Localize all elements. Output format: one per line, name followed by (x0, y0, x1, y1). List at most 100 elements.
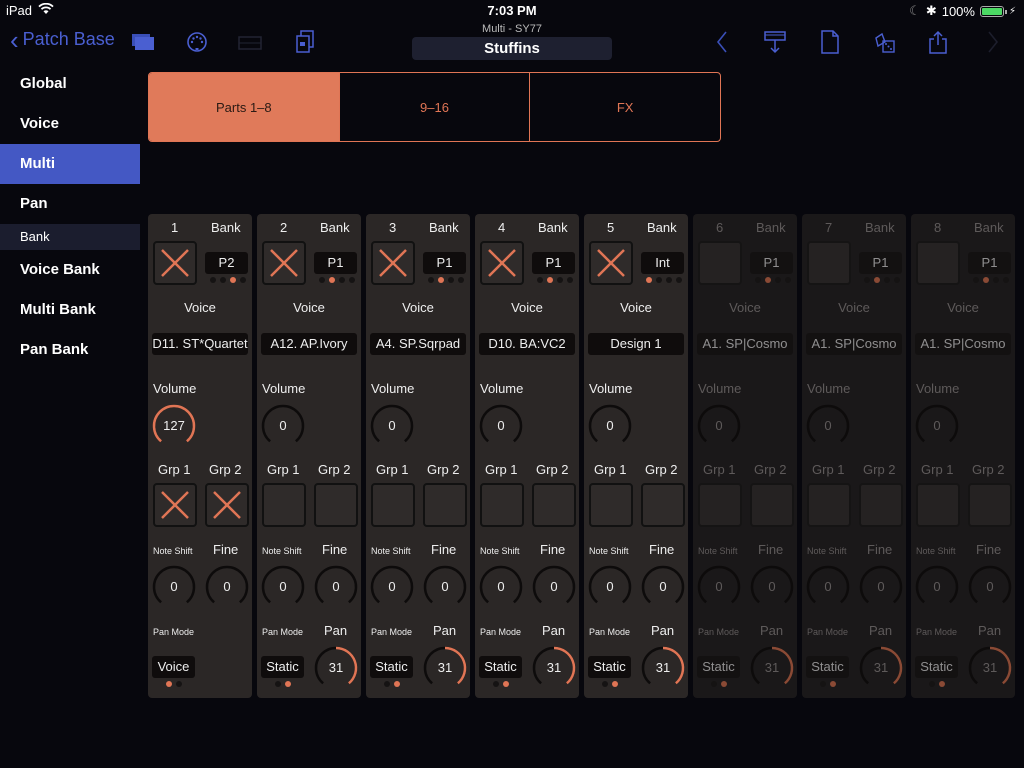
sidebar-item-voice[interactable]: Voice (0, 104, 140, 144)
grp1-toggle[interactable] (916, 483, 960, 527)
pan-mode-option-dot[interactable] (939, 681, 945, 687)
note-shift-knob[interactable]: 0 (914, 564, 960, 610)
copy-documents-icon[interactable] (292, 30, 318, 54)
bank-option-dot[interactable] (983, 277, 989, 283)
voice-selector[interactable]: Design 1 (588, 333, 684, 355)
bank-option-dot[interactable] (557, 277, 563, 283)
segment-tab-2[interactable]: FX (529, 73, 720, 141)
fine-knob[interactable]: 0 (749, 564, 795, 610)
pan-knob[interactable]: 31 (967, 645, 1013, 691)
pan-knob[interactable]: 31 (749, 645, 795, 691)
sidebar-item-pan[interactable]: Pan (0, 184, 140, 224)
bank-option-dot[interactable] (339, 277, 345, 283)
note-shift-knob[interactable]: 0 (151, 564, 197, 610)
pan-mode-option-dot[interactable] (275, 681, 281, 687)
bank-option-dot[interactable] (1003, 277, 1009, 283)
grp2-toggle[interactable] (532, 483, 576, 527)
pan-mode-option-dot[interactable] (830, 681, 836, 687)
voice-selector[interactable]: A1. SP|Cosmo (806, 333, 902, 355)
pan-mode-selector[interactable]: Static (697, 656, 740, 678)
part-enable-toggle[interactable] (807, 241, 851, 285)
grp2-toggle[interactable] (641, 483, 685, 527)
note-shift-knob[interactable]: 0 (587, 564, 633, 610)
fine-knob[interactable]: 0 (313, 564, 359, 610)
bank-option-dot[interactable] (656, 277, 662, 283)
bank-option-dot[interactable] (993, 277, 999, 283)
bank-option-dot[interactable] (220, 277, 226, 283)
part-enable-toggle[interactable] (916, 241, 960, 285)
bank-selector[interactable]: P2 (205, 252, 248, 274)
sidebar-item-voice-bank[interactable]: Voice Bank (0, 250, 140, 290)
midi-port-icon[interactable] (184, 30, 210, 54)
chevron-left-icon[interactable] (709, 30, 735, 54)
back-button[interactable]: ‹ Patch Base (10, 27, 115, 53)
bank-option-dot[interactable] (765, 277, 771, 283)
grp2-toggle[interactable] (859, 483, 903, 527)
grp1-toggle[interactable] (371, 483, 415, 527)
bank-option-dot[interactable] (874, 277, 880, 283)
randomize-dice-icon[interactable] (871, 30, 897, 54)
volume-knob[interactable]: 0 (696, 403, 742, 449)
pan-knob[interactable]: 31 (422, 645, 468, 691)
voice-selector[interactable]: A12. AP.Ivory (261, 333, 357, 355)
pan-mode-option-dot[interactable] (394, 681, 400, 687)
pan-knob[interactable]: 31 (531, 645, 577, 691)
volume-knob[interactable]: 0 (805, 403, 851, 449)
grp2-toggle[interactable] (750, 483, 794, 527)
grp1-toggle[interactable] (480, 483, 524, 527)
bank-option-dot[interactable] (210, 277, 216, 283)
pan-knob[interactable]: 31 (640, 645, 686, 691)
folder-icon[interactable] (130, 30, 156, 54)
part-enable-toggle[interactable] (480, 241, 524, 285)
bank-option-dot[interactable] (775, 277, 781, 283)
grp1-toggle[interactable] (262, 483, 306, 527)
pan-mode-option-dot[interactable] (503, 681, 509, 687)
bank-option-dot[interactable] (240, 277, 246, 283)
share-icon[interactable] (925, 30, 951, 54)
pan-mode-option-dot[interactable] (612, 681, 618, 687)
pan-mode-option-dot[interactable] (493, 681, 499, 687)
grp1-toggle[interactable] (153, 483, 197, 527)
bank-selector[interactable]: P1 (968, 252, 1011, 274)
bank-option-dot[interactable] (428, 277, 434, 283)
grp2-toggle[interactable] (205, 483, 249, 527)
pan-mode-option-dot[interactable] (166, 681, 172, 687)
pan-knob[interactable]: 31 (858, 645, 904, 691)
fine-knob[interactable]: 0 (640, 564, 686, 610)
grp1-toggle[interactable] (698, 483, 742, 527)
bank-option-dot[interactable] (438, 277, 444, 283)
segment-tab-1[interactable]: 9–16 (338, 73, 530, 141)
volume-knob[interactable]: 0 (478, 403, 524, 449)
volume-knob[interactable]: 0 (369, 403, 415, 449)
note-shift-knob[interactable]: 0 (260, 564, 306, 610)
note-shift-knob[interactable]: 0 (478, 564, 524, 610)
bank-selector[interactable]: P1 (423, 252, 466, 274)
bank-selector[interactable]: Int (641, 252, 684, 274)
bank-option-dot[interactable] (785, 277, 791, 283)
fine-knob[interactable]: 0 (204, 564, 250, 610)
new-document-icon[interactable] (817, 30, 843, 54)
voice-selector[interactable]: D11. ST*Quartet (152, 333, 248, 355)
pan-mode-selector[interactable]: Static (806, 656, 849, 678)
voice-selector[interactable]: A1. SP|Cosmo (697, 333, 793, 355)
grp1-toggle[interactable] (589, 483, 633, 527)
part-enable-toggle[interactable] (262, 241, 306, 285)
chevron-right-icon[interactable] (980, 30, 1006, 54)
bank-option-dot[interactable] (349, 277, 355, 283)
note-shift-knob[interactable]: 0 (696, 564, 742, 610)
pan-mode-selector[interactable]: Static (479, 656, 522, 678)
pan-mode-selector[interactable]: Voice (152, 656, 195, 678)
part-enable-toggle[interactable] (371, 241, 415, 285)
grp1-toggle[interactable] (807, 483, 851, 527)
voice-selector[interactable]: D10. BA:VC2 (479, 333, 575, 355)
volume-knob[interactable]: 0 (260, 403, 306, 449)
bank-option-dot[interactable] (755, 277, 761, 283)
bank-selector[interactable]: P1 (532, 252, 575, 274)
bank-option-dot[interactable] (547, 277, 553, 283)
grp2-toggle[interactable] (968, 483, 1012, 527)
grp2-toggle[interactable] (423, 483, 467, 527)
fine-knob[interactable]: 0 (967, 564, 1013, 610)
sidebar-item-global[interactable]: Global (0, 64, 140, 104)
part-enable-toggle[interactable] (589, 241, 633, 285)
bank-option-dot[interactable] (646, 277, 652, 283)
